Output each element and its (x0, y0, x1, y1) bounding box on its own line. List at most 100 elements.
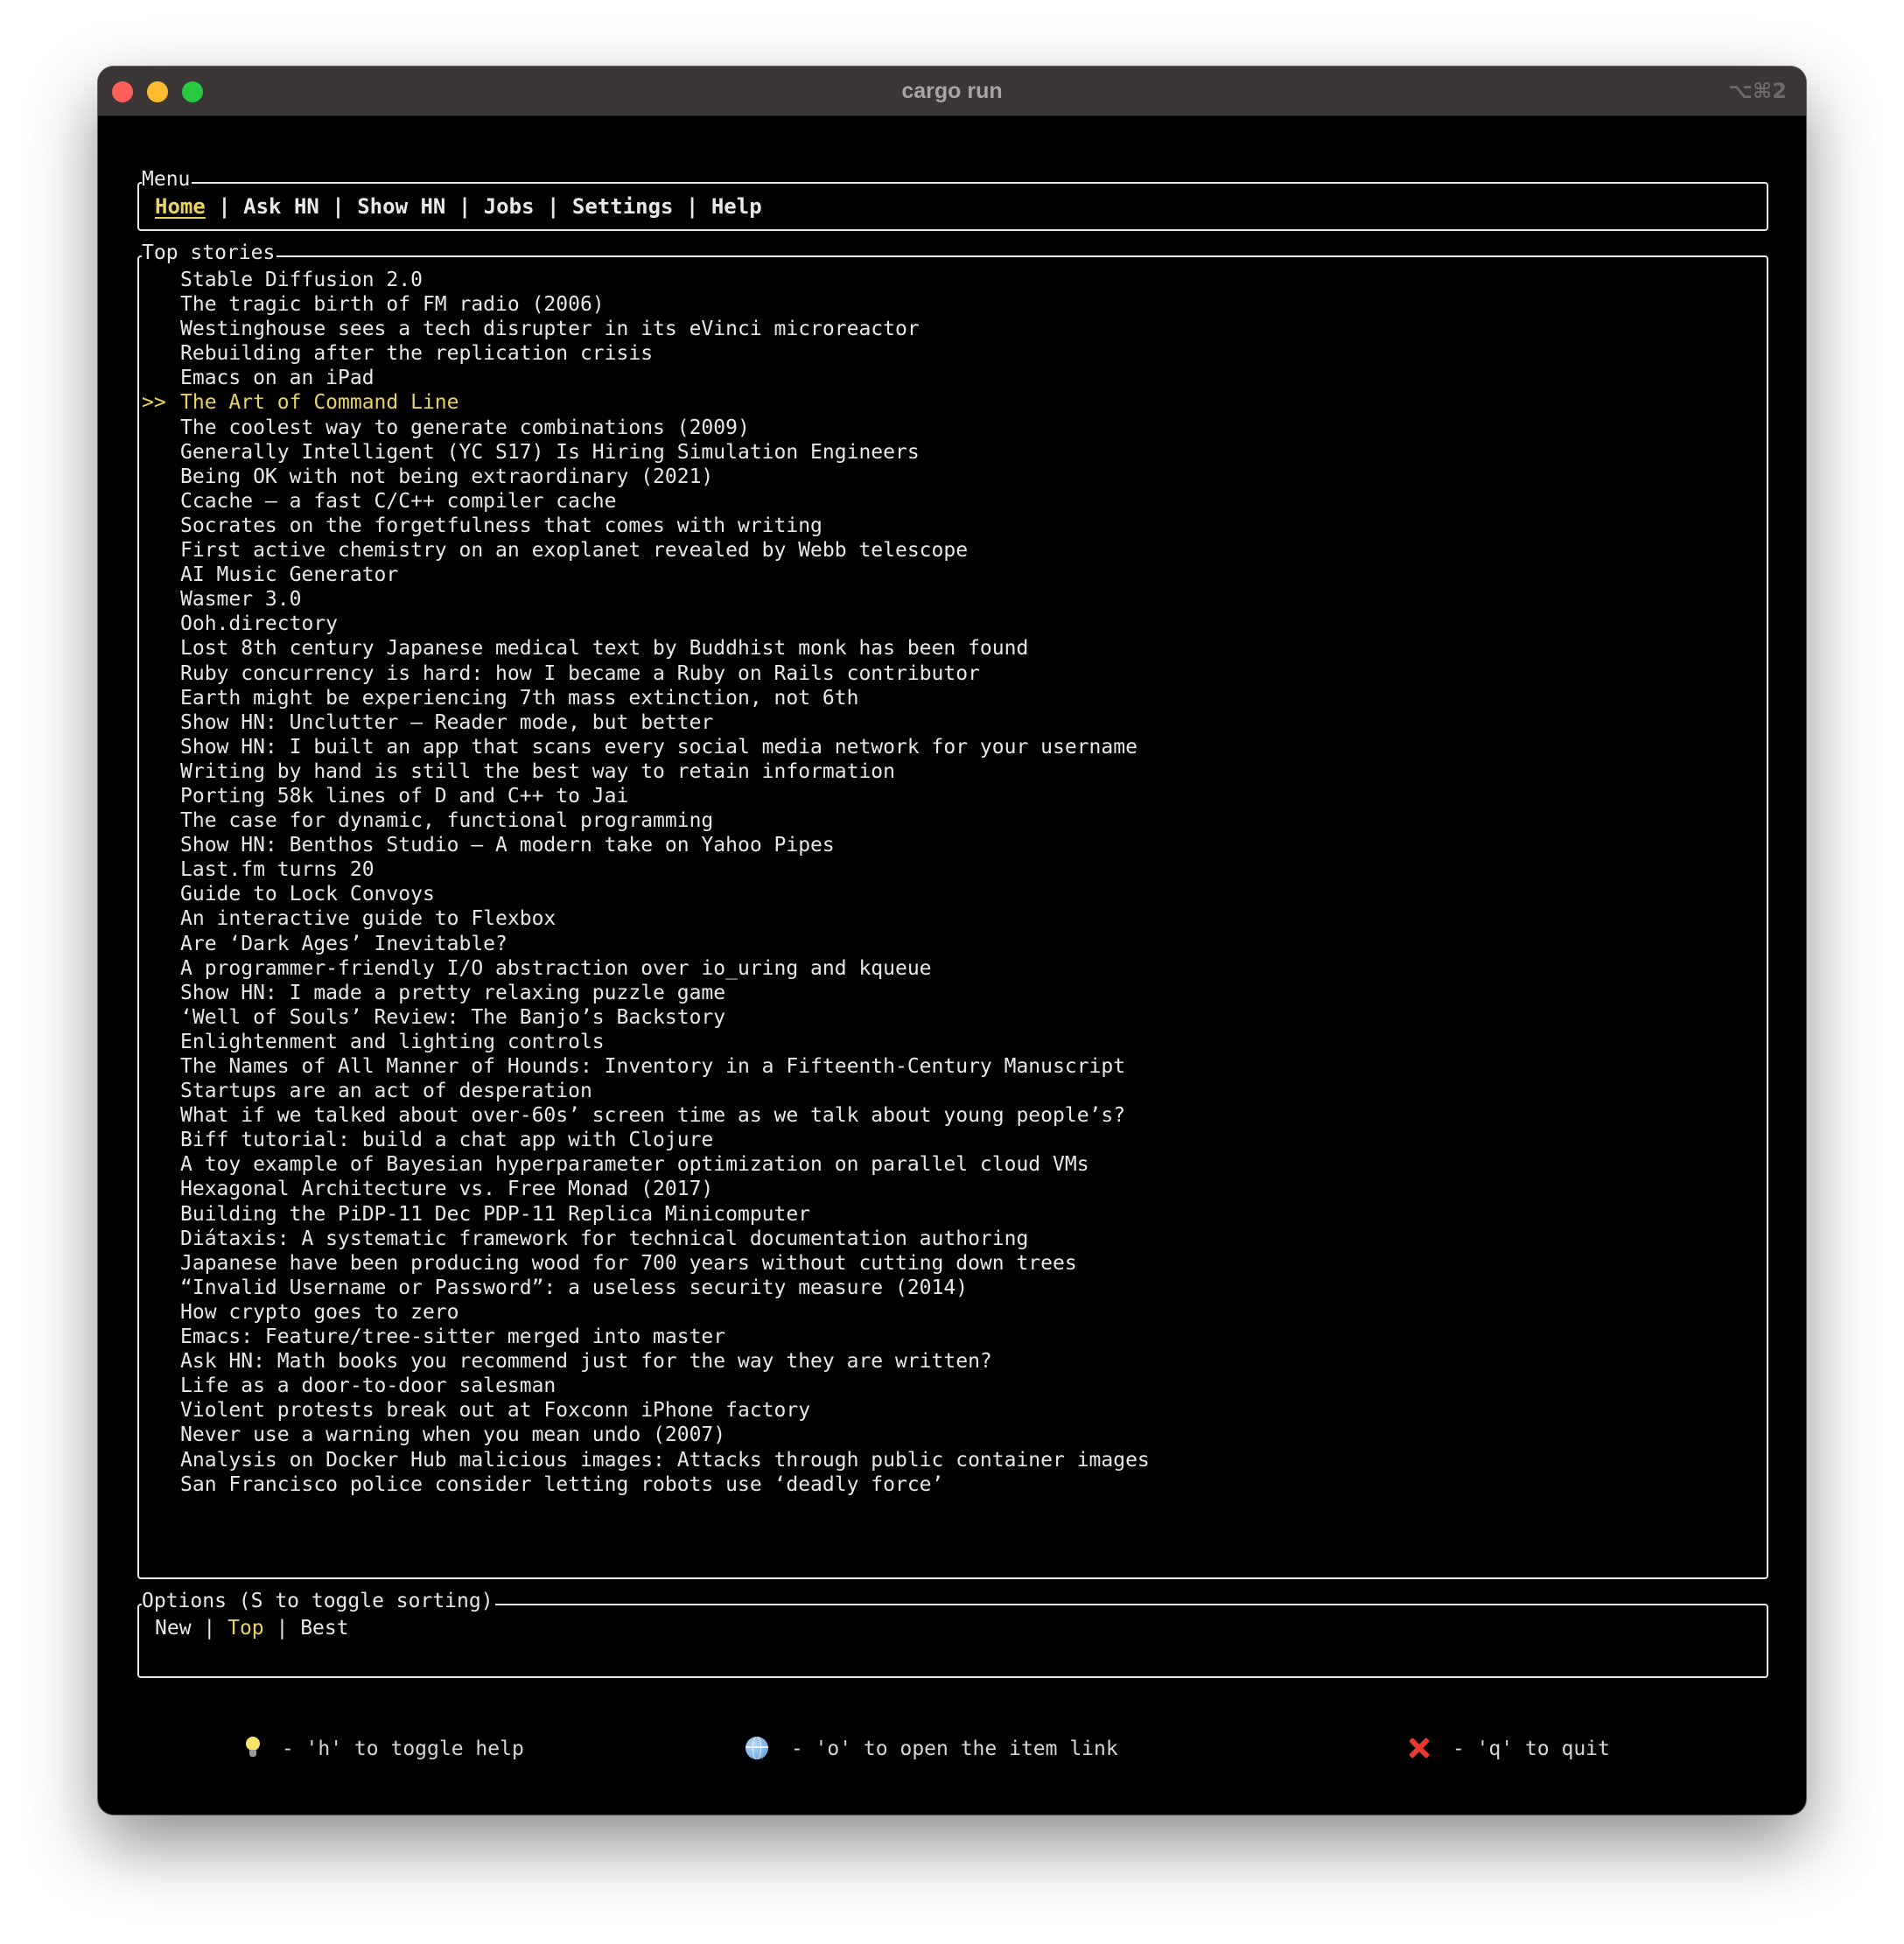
story-title: The tragic birth of FM radio (2006) (180, 293, 605, 317)
story-item[interactable]: Enlightenment and lighting controls (142, 1030, 1150, 1054)
menu-panel-title: Menu (142, 167, 192, 192)
story-item[interactable]: Japanese have been producing wood for 70… (142, 1251, 1150, 1276)
story-item[interactable]: The coolest way to generate combinations… (142, 416, 1150, 440)
story-title: How crypto goes to zero (180, 1300, 459, 1324)
story-title: The Names of All Manner of Hounds: Inven… (180, 1055, 1126, 1078)
story-item[interactable]: Last.fm turns 20 (142, 857, 1150, 882)
terminal-window: cargo run ⌥⌘2 Menu Home | Ask HN | Show … (98, 66, 1806, 1815)
options-panel: Options (S to toggle sorting) New | Top … (137, 1589, 1768, 1678)
story-title: Socrates on the forgetfulness that comes… (180, 514, 822, 537)
story-item[interactable]: Rebuilding after the replication crisis (142, 341, 1150, 366)
story-item[interactable]: Life as a door-to-door salesman (142, 1374, 1150, 1398)
story-title: Life as a door-to-door salesman (180, 1374, 556, 1398)
story-item[interactable]: Startups are an act of desperation (142, 1079, 1150, 1103)
sort-option-new[interactable]: New (155, 1617, 192, 1640)
story-title: Writing by hand is still the best way to… (180, 759, 895, 783)
story-title: Stable Diffusion 2.0 (180, 269, 423, 291)
story-title: The coolest way to generate combinations… (180, 416, 750, 439)
menu-item-home[interactable]: Home (155, 194, 206, 219)
story-item[interactable]: What if we talked about over-60s’ screen… (142, 1103, 1150, 1128)
story-item[interactable]: Emacs: Feature/tree-sitter merged into m… (142, 1325, 1150, 1349)
story-item[interactable]: Socrates on the forgetfulness that comes… (142, 514, 1150, 538)
sort-option-best[interactable]: Best (300, 1617, 348, 1640)
story-title: Lost 8th century Japanese medical text b… (180, 637, 1029, 661)
story-item[interactable]: The Names of All Manner of Hounds: Inven… (142, 1054, 1150, 1079)
story-item[interactable]: How crypto goes to zero (142, 1300, 1150, 1325)
globe-icon (746, 1737, 768, 1759)
story-item-selected[interactable]: >> The Art of Command Line (142, 390, 1150, 415)
story-title: Show HN: I made a pretty relaxing puzzle… (180, 981, 726, 1004)
lightbulb-icon (245, 1737, 261, 1759)
story-title: Analysis on Docker Hub malicious images:… (180, 1448, 1150, 1472)
story-title: Ask HN: Math books you recommend just fo… (180, 1350, 992, 1374)
story-item[interactable]: Westinghouse sees a tech disrupter in it… (142, 317, 1150, 341)
open-link-hint: - 'o' to open the item link (746, 1733, 1118, 1765)
story-title: Emacs on an iPad (180, 367, 374, 390)
story-item[interactable]: Writing by hand is still the best way to… (142, 759, 1150, 784)
story-item[interactable]: Biff tutorial: build a chat app with Clo… (142, 1128, 1150, 1152)
story-item[interactable]: Generally Intelligent (YC S17) Is Hiring… (142, 440, 1150, 465)
story-title: Ruby concurrency is hard: how I became a… (180, 661, 980, 685)
story-item[interactable]: Ccache – a fast C/C++ compiler cache (142, 489, 1150, 514)
story-item[interactable]: Violent protests break out at Foxconn iP… (142, 1398, 1150, 1423)
story-item[interactable]: Emacs on an iPad (142, 366, 1150, 390)
story-item[interactable]: Show HN: Benthos Studio – A modern take … (142, 833, 1150, 857)
cross-icon (1407, 1736, 1432, 1760)
story-item[interactable]: The case for dynamic, functional program… (142, 808, 1150, 833)
menu-item-ask-hn[interactable]: Ask HN (243, 194, 319, 219)
menu-item-show-hn[interactable]: Show HN (357, 194, 445, 219)
story-title: Being OK with not being extraordinary (2… (180, 465, 714, 488)
story-item[interactable]: First active chemistry on an exoplanet r… (142, 538, 1150, 563)
story-item[interactable]: Guide to Lock Convoys (142, 882, 1150, 906)
menu-item-help[interactable]: Help (711, 194, 762, 219)
story-item[interactable]: Ask HN: Math books you recommend just fo… (142, 1349, 1150, 1374)
menu-panel: Menu Home | Ask HN | Show HN | Jobs | Se… (137, 167, 1768, 231)
story-title: Hexagonal Architecture vs. Free Monad (2… (180, 1178, 714, 1201)
menu-item-settings[interactable]: Settings (572, 194, 674, 219)
story-item[interactable]: The tragic birth of FM radio (2006) (142, 292, 1150, 317)
story-item[interactable]: Never use a warning when you mean undo (… (142, 1423, 1150, 1447)
story-item[interactable]: Porting 58k lines of D and C++ to Jai (142, 784, 1150, 808)
story-title: Emacs: Feature/tree-sitter merged into m… (180, 1325, 726, 1349)
story-item[interactable]: San Francisco police consider letting ro… (142, 1472, 1150, 1497)
story-list: Stable Diffusion 2.0 The tragic birth of … (142, 268, 1150, 1497)
window-title: cargo run (901, 79, 1003, 103)
story-title: San Francisco police consider letting ro… (180, 1472, 944, 1496)
story-item[interactable]: Earth might be experiencing 7th mass ext… (142, 686, 1150, 710)
story-title: The Art of Command Line (180, 391, 459, 415)
story-title: Violent protests break out at Foxconn iP… (180, 1399, 811, 1423)
story-item[interactable]: AI Music Generator (142, 563, 1150, 587)
story-item[interactable]: Are ‘Dark Ages’ Inevitable? (142, 932, 1150, 956)
story-item[interactable]: ‘Well of Souls’ Review: The Banjo’s Back… (142, 1005, 1150, 1030)
window-shortcut: ⌥⌘2 (1728, 79, 1787, 103)
story-title: Startups are an act of desperation (180, 1080, 592, 1103)
story-item[interactable]: An interactive guide to Flexbox (142, 906, 1150, 931)
story-item[interactable]: Building the PiDP-11 Dec PDP-11 Replica … (142, 1202, 1150, 1227)
title-bar[interactable]: cargo run ⌥⌘2 (98, 66, 1806, 116)
story-item[interactable]: Stable Diffusion 2.0 (142, 268, 1150, 292)
sort-option-top[interactable]: Top (228, 1617, 264, 1640)
story-title: A programmer-friendly I/O abstraction ov… (180, 956, 932, 980)
story-item[interactable]: Lost 8th century Japanese medical text b… (142, 636, 1150, 661)
story-item[interactable]: Show HN: Unclutter – Reader mode, but be… (142, 710, 1150, 735)
story-item[interactable]: A toy example of Bayesian hyperparameter… (142, 1152, 1150, 1177)
story-item[interactable]: “Invalid Username or Password”: a useles… (142, 1276, 1150, 1300)
story-title: Generally Intelligent (YC S17) Is Hiring… (180, 440, 920, 464)
story-item[interactable]: Analysis on Docker Hub malicious images:… (142, 1448, 1150, 1472)
story-item[interactable]: Show HN: I made a pretty relaxing puzzle… (142, 981, 1150, 1005)
story-item[interactable]: Show HN: I built an app that scans every… (142, 735, 1150, 759)
option-separator: | (263, 1617, 301, 1640)
story-title: Porting 58k lines of D and C++ to Jai (180, 784, 629, 808)
menu-item-jobs[interactable]: Jobs (484, 194, 535, 219)
story-item[interactable]: A programmer-friendly I/O abstraction ov… (142, 956, 1150, 981)
story-item[interactable]: Ooh.directory (142, 612, 1150, 636)
menu-bar: Home | Ask HN | Show HN | Jobs | Setting… (155, 194, 762, 219)
story-title: Are ‘Dark Ages’ Inevitable? (180, 932, 508, 955)
story-item[interactable]: Diátaxis: A systematic framework for tec… (142, 1227, 1150, 1251)
story-title: Japanese have been producing wood for 70… (180, 1251, 1077, 1275)
story-item[interactable]: Wasmer 3.0 (142, 587, 1150, 612)
selection-marker: >> (142, 391, 166, 415)
story-item[interactable]: Ruby concurrency is hard: how I became a… (142, 661, 1150, 686)
story-item[interactable]: Being OK with not being extraordinary (2… (142, 465, 1150, 489)
story-item[interactable]: Hexagonal Architecture vs. Free Monad (2… (142, 1177, 1150, 1201)
